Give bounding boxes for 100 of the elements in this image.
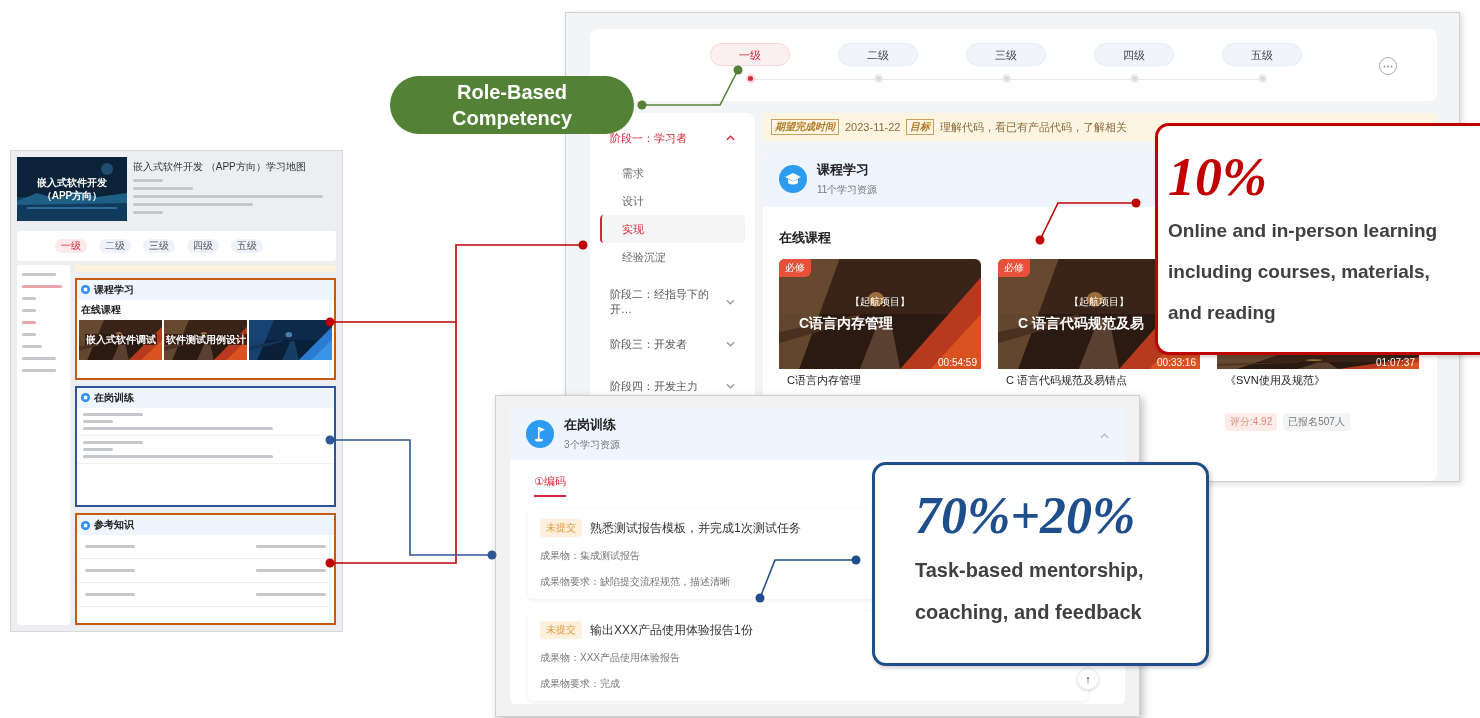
status-tag: 未提交	[540, 519, 582, 537]
step-item[interactable]: 需求	[600, 159, 745, 187]
cover-title: C语言内存管理	[799, 315, 894, 333]
callout-text: coaching, and feedback	[915, 600, 1142, 625]
label-text: Role-Based	[457, 80, 567, 105]
section-title: 参考知识	[94, 518, 134, 533]
section-icon	[81, 520, 90, 530]
blurred-text	[83, 440, 143, 444]
goal-text: 理解代码，看已有产品代码，了解相关	[940, 119, 1128, 135]
cover-series: 【起航项目】	[850, 295, 910, 309]
step-item[interactable]: 经验沉淀	[600, 243, 745, 271]
section-heading: 在线课程	[81, 303, 121, 317]
section-title: 课程学习	[817, 161, 870, 179]
required-badge: 必修	[779, 259, 811, 277]
deadline-tag: 期望完成时间	[771, 119, 839, 135]
deliverable-text: 成果物：XXX产品使用体验报告	[540, 651, 680, 665]
blurred-text	[22, 297, 36, 300]
level-tab[interactable]: 三级	[966, 43, 1046, 66]
chevron-down-icon	[726, 341, 735, 347]
deadline-date: 2023-11-22	[845, 121, 901, 133]
stage-item[interactable]: 阶段二：经指导下的开…	[600, 291, 745, 313]
video-duration: 00:54:59	[938, 357, 977, 368]
section-icon	[81, 285, 90, 295]
step-item[interactable]: 实现	[600, 215, 745, 243]
level-tab[interactable]: 五级	[231, 239, 263, 253]
section-title: 课程学习	[94, 283, 134, 297]
blurred-text	[85, 569, 135, 573]
chevron-down-icon	[726, 383, 735, 389]
requirement-text: 成果物要求：缺陷提交流程规范，描述清晰	[540, 575, 730, 589]
chevron-down-icon	[726, 299, 735, 305]
cover-title: C 语言代码规范及易	[1018, 315, 1144, 333]
blurred-text	[256, 569, 326, 573]
cover-series: 【起航项目】	[1069, 295, 1129, 309]
chevron-up-icon	[726, 135, 735, 141]
blurred-text	[83, 412, 143, 416]
blurred-text	[133, 179, 163, 182]
course-cover-title: 嵌入式软件调试	[84, 334, 157, 346]
task-title: 熟悉测试报告模板，并完成1次测试任务	[590, 519, 801, 537]
blurred-text	[22, 369, 56, 372]
callout-text: including courses, materials,	[1168, 260, 1430, 284]
blurred-text	[22, 321, 36, 324]
deliverable-text: 成果物：集成测试报告	[540, 549, 640, 563]
section-title: 在岗训练	[94, 390, 134, 405]
level-tab[interactable]: 五级	[1222, 43, 1302, 66]
level-tab[interactable]: 一级	[710, 43, 790, 66]
resource-count: 11个学习资源	[817, 183, 878, 197]
level-tab[interactable]: 三级	[143, 239, 175, 253]
blurred-text	[22, 333, 36, 336]
blurred-text	[22, 273, 56, 276]
stage-item[interactable]: 阶段三：开发者	[600, 333, 745, 355]
goal-tag: 目标	[906, 119, 935, 135]
banner-title: 嵌入式软件开发	[37, 176, 107, 189]
blurred-text	[22, 357, 56, 360]
chevron-up-icon	[1100, 433, 1109, 439]
task-title: 输出XXX产品使用体验报告1份	[590, 621, 753, 639]
blurred-text	[133, 187, 193, 190]
course-name[interactable]: 《SVN使用及规范》	[1217, 369, 1333, 389]
callout-text: Task-based mentorship,	[915, 558, 1144, 583]
blurred-text	[83, 447, 113, 451]
graduation-cap-icon	[779, 165, 807, 193]
callout-headline: 70%+20%	[915, 486, 1136, 546]
category-tab[interactable]: ①编码	[534, 474, 566, 497]
level-tab[interactable]: 二级	[838, 43, 918, 66]
level-tab[interactable]: 四级	[1094, 43, 1174, 66]
stage-item[interactable]: 阶段四：开发主力	[600, 375, 745, 397]
section-title: 在岗训练	[564, 416, 617, 434]
blurred-text	[22, 345, 42, 348]
blurred-text	[22, 309, 36, 312]
required-badge: 必修	[998, 259, 1030, 277]
banner-title: （APP方向）	[41, 189, 103, 202]
video-duration: 00:33:16	[1157, 357, 1196, 368]
callout-text: and reading	[1168, 301, 1276, 325]
status-tag: 未提交	[540, 621, 582, 639]
section-heading: 在线课程	[779, 229, 831, 247]
course-name[interactable]: C语言内存管理	[779, 369, 869, 389]
level-tab[interactable]: 二级	[99, 239, 131, 253]
label-text: Competency	[452, 106, 572, 131]
blurred-text	[133, 211, 163, 214]
blurred-text	[256, 545, 326, 549]
blurred-text	[22, 285, 62, 288]
blurred-text	[83, 419, 113, 423]
callout-headline: 10%	[1168, 146, 1267, 209]
course-name[interactable]: C 语言代码规范及易错点	[998, 369, 1135, 389]
rating-tag: 评分:4.92	[1225, 413, 1278, 431]
video-duration: 01:07:37	[1376, 357, 1415, 368]
flag-icon	[526, 420, 554, 448]
enrolled-count: 已报名507人	[1283, 413, 1350, 431]
callout-text: Online and in-person learning	[1168, 219, 1438, 243]
requirement-text: 成果物要求：完成	[540, 677, 620, 691]
course-cover-title: 软件测试用例设计	[164, 334, 247, 346]
blurred-text	[256, 593, 326, 597]
section-icon	[81, 393, 90, 403]
step-item[interactable]: 设计	[600, 187, 745, 215]
level-tab[interactable]: 一级	[55, 239, 87, 253]
stage-item[interactable]: 阶段一：学习者	[600, 127, 745, 149]
page-title: 嵌入式软件开发 （APP方向）学习地图	[133, 160, 306, 174]
resource-count: 3个学习资源	[564, 438, 620, 452]
timeline-dot	[745, 74, 755, 83]
level-tab[interactable]: 四级	[187, 239, 219, 253]
blurred-text	[85, 545, 135, 549]
